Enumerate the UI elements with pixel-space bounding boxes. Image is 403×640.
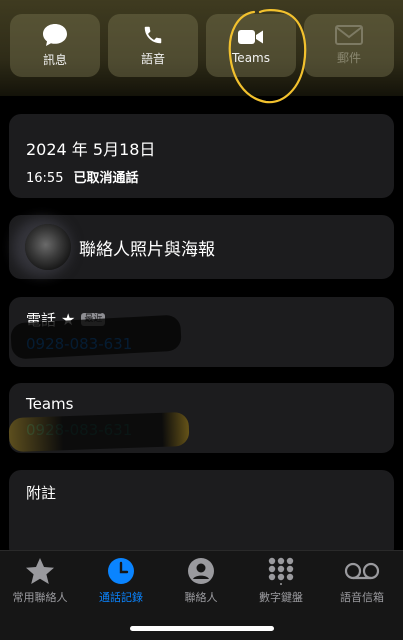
tab-contacts[interactable]: 聯絡人 — [161, 557, 241, 609]
phone-number[interactable]: 0928-083-631 — [26, 335, 132, 353]
call-status: 已取消通話 — [73, 171, 139, 186]
phone-card[interactable]: 電話 ★ 最近 0928-083-631 — [9, 297, 394, 367]
recent-badge: 最近 — [81, 313, 106, 326]
phone-label: 電話 — [26, 311, 57, 329]
teams-card[interactable]: Teams 0928-083-631 — [8, 383, 394, 453]
message-button[interactable]: 訊息 — [10, 14, 100, 77]
message-bubble-icon — [43, 24, 67, 46]
envelope-icon — [335, 25, 363, 45]
notes-label: 附註 — [26, 484, 57, 502]
teams-field-label: Teams — [26, 395, 74, 413]
keypad-icon — [268, 557, 294, 585]
action-bar: 訊息 語音 Teams 郵件 — [0, 0, 403, 96]
contact-photo-card[interactable]: 聯絡人照片與海報 — [9, 215, 394, 279]
teams-number[interactable]: 0928-083-631 — [26, 421, 132, 439]
notes-card[interactable]: 附註 — [9, 470, 394, 560]
tab-voicemail[interactable]: 語音信箱 — [322, 557, 402, 609]
call-info-card: 2024 年 5月18日 16:55 已取消通話 — [9, 114, 394, 198]
tab-recents[interactable]: 通話記錄 — [81, 557, 161, 609]
home-indicator[interactable] — [130, 626, 274, 631]
tab-keypad-label: 數字鍵盤 — [259, 591, 303, 604]
person-circle-icon — [188, 558, 214, 584]
star-icon: ★ — [61, 310, 76, 329]
voice-call-button[interactable]: 語音 — [108, 14, 198, 77]
tab-favorites[interactable]: 常用聯絡人 — [0, 557, 80, 609]
video-camera-icon — [238, 29, 263, 44]
voice-call-label: 語音 — [140, 52, 165, 66]
tab-voicemail-label: 語音信箱 — [340, 591, 384, 604]
tab-contacts-label: 聯絡人 — [184, 591, 218, 604]
tab-keypad[interactable]: 數字鍵盤 — [241, 557, 321, 609]
call-time: 16:55 — [26, 171, 64, 186]
call-time-row: 16:55 已取消通話 — [26, 167, 138, 186]
teams-label: Teams — [232, 50, 270, 65]
mail-button[interactable]: 郵件 — [304, 14, 394, 77]
voicemail-icon — [344, 562, 380, 580]
call-date: 2024 年 5月18日 — [26, 140, 156, 159]
message-label: 訊息 — [42, 53, 67, 67]
tab-recents-label: 通話記錄 — [99, 591, 143, 604]
avatar — [25, 224, 71, 270]
teams-video-button[interactable]: Teams — [206, 14, 296, 77]
clock-icon — [108, 558, 134, 584]
tab-favorites-label: 常用聯絡人 — [12, 591, 68, 604]
phone-label-row: 電話 ★ 最近 — [26, 309, 106, 330]
star-icon — [26, 558, 54, 584]
contact-photo-label: 聯絡人照片與海報 — [79, 240, 215, 260]
mail-label: 郵件 — [336, 51, 361, 65]
phone-icon — [144, 26, 162, 44]
